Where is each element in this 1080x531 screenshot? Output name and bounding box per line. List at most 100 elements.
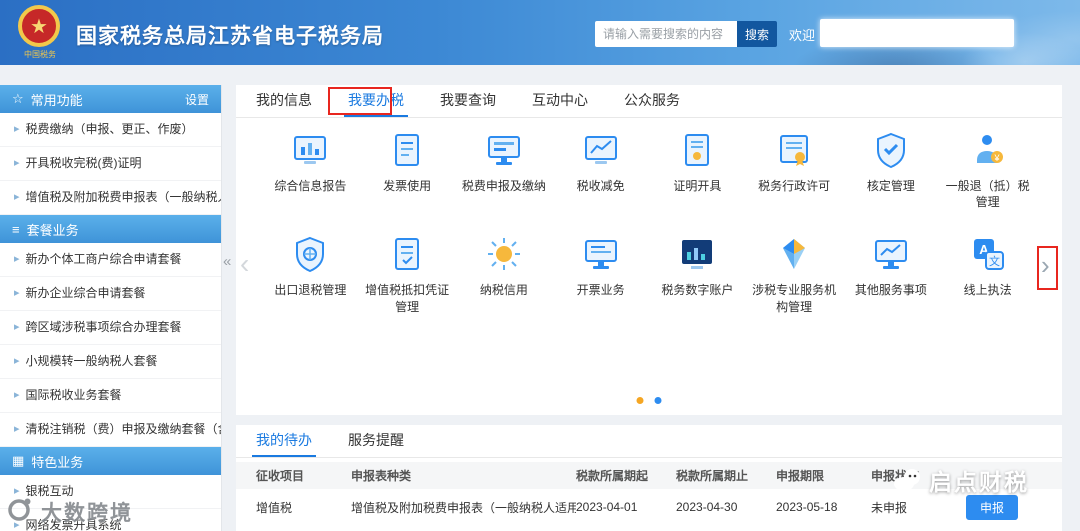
service-label: 涉税专业服务机构管理	[752, 283, 837, 314]
sidebar-item[interactable]: ▸ 清税注销税（费）申报及缴纳套餐（含...	[0, 413, 221, 447]
col-header: 征收项目	[256, 469, 305, 483]
declare-button[interactable]: 申报	[966, 494, 1019, 520]
service-label: 核定管理	[866, 179, 915, 193]
section-title: 套餐业务	[26, 222, 79, 238]
tab-interaction[interactable]: 互动中心	[528, 85, 592, 117]
pager-dot-active[interactable]	[636, 397, 644, 404]
service-item[interactable]: 税务数字账户	[649, 234, 746, 314]
service-item[interactable]: 纳税信用	[456, 234, 553, 314]
service-item[interactable]: 核定管理	[843, 130, 940, 210]
todo-tab-bar: 我的待办 服务提醒	[236, 425, 1062, 458]
search-button[interactable]: 搜索	[737, 21, 777, 47]
sidebar-item[interactable]: ▸ 国际税收业务套餐	[0, 379, 221, 413]
service-item[interactable]: 证明开具	[649, 130, 746, 210]
service-item[interactable]: 综合信息报告	[262, 130, 359, 210]
service-item[interactable]: ¥ 一般退（抵）税管理	[939, 130, 1036, 210]
dashu-logo-icon	[6, 496, 33, 528]
sidebar-item-label: 开具税收完税(费)证明	[25, 156, 142, 170]
sidebar-item-label: 小规模转一般纳税人套餐	[25, 354, 158, 368]
service-item[interactable]: 其他服务事项	[843, 234, 940, 314]
layers-icon: ≡	[12, 221, 20, 237]
service-item[interactable]: 出口退税管理	[262, 234, 359, 314]
carousel-prev-icon[interactable]: ‹	[240, 248, 249, 280]
grid-icon: ▦	[12, 453, 25, 468]
service-label: 税收减免	[576, 179, 625, 193]
bullet-icon: ▸	[14, 253, 20, 265]
pager-dot[interactable]	[654, 397, 662, 404]
invoice-icon	[387, 130, 427, 170]
header-search: 搜索	[595, 21, 777, 47]
sidebar-item[interactable]: ▸ 新办个体工商户综合申请套餐	[0, 243, 221, 277]
sidebar-item[interactable]: ▸ 开具税收完税(费)证明	[0, 147, 221, 181]
col-header: 申报表种类	[351, 469, 412, 483]
tax-relief-chart-icon	[581, 130, 621, 170]
star-icon: ☆	[12, 91, 24, 106]
other-services-icon	[871, 234, 911, 274]
cell-status: 未申报	[871, 500, 908, 515]
sidebar-item-label: 增值税及附加税费申报表（一般纳税人...	[25, 190, 221, 204]
main-tab-bar: 我的信息 我要办税 我要查询 互动中心 公众服务	[236, 85, 1062, 118]
section-title: 常用功能	[30, 92, 83, 108]
sidebar-section-common: ☆ 常用功能 设置	[0, 85, 221, 113]
site-title: 国家税务总局江苏省电子税务局	[76, 25, 384, 48]
service-label: 综合信息报告	[274, 179, 347, 193]
refund-person-icon: ¥	[968, 130, 1008, 170]
service-item[interactable]: 税费申报及缴纳	[456, 130, 553, 210]
bullet-icon: ▸	[14, 423, 20, 435]
shield-check-icon	[871, 130, 911, 170]
agency-diamond-icon	[774, 234, 814, 274]
username-redaction-box	[820, 19, 1014, 47]
sidebar-item[interactable]: ▸ 跨区域涉税事项综合办理套餐	[0, 311, 221, 345]
service-label: 线上执法	[963, 283, 1012, 298]
service-item[interactable]: 开票业务	[552, 234, 649, 314]
watermark-text: 启点财税	[929, 469, 1029, 495]
service-label: 一般退（抵）税管理	[945, 179, 1030, 210]
service-item[interactable]: A文 线上执法	[939, 234, 1036, 314]
service-item[interactable]: 发票使用	[359, 130, 456, 210]
report-chart-icon	[290, 130, 330, 170]
service-item[interactable]: 税务行政许可	[746, 130, 843, 210]
qidian-logo-icon	[893, 467, 923, 493]
service-grid: 综合信息报告 发票使用 税费申报及缴纳 税收减免 证明开具 税务行政许可 核定管…	[262, 130, 1036, 315]
online-enforcement-icon: A文	[968, 234, 1008, 274]
export-shield-icon	[290, 234, 330, 274]
sidebar-collapse-icon[interactable]: «	[223, 253, 231, 270]
sidebar-item-label: 国际税收业务套餐	[25, 388, 122, 402]
settings-link[interactable]: 设置	[185, 91, 209, 108]
service-label: 发票使用	[383, 179, 432, 193]
tab-my-info[interactable]: 我的信息	[252, 85, 316, 117]
service-label: 增值税抵扣凭证管理	[365, 283, 450, 314]
svg-text:¥: ¥	[993, 153, 1000, 163]
bullet-icon: ▸	[14, 389, 20, 401]
tab-my-todo[interactable]: 我的待办	[252, 425, 316, 457]
service-item[interactable]: 税收减免	[552, 130, 649, 210]
sidebar-item-label: 新办企业综合申请套餐	[25, 286, 146, 300]
tab-public-service[interactable]: 公众服务	[620, 85, 684, 117]
emblem-caption: 中国税务	[24, 50, 56, 59]
tab-tax-handling[interactable]: 我要办税	[344, 85, 408, 117]
sidebar-item[interactable]: ▸ 税费缴纳（申报、更正、作废）	[0, 113, 221, 147]
bullet-icon: ▸	[14, 191, 20, 203]
sidebar-item[interactable]: ▸ 小规模转一般纳税人套餐	[0, 345, 221, 379]
cell-period-start: 2023-04-01	[576, 500, 638, 514]
sidebar-section-featured: ▦ 特色业务	[0, 447, 221, 475]
service-label: 纳税信用	[479, 283, 528, 298]
service-label: 开票业务	[576, 283, 625, 298]
service-item[interactable]: 涉税专业服务机构管理	[746, 234, 843, 314]
tab-inquiry[interactable]: 我要查询	[436, 85, 500, 117]
search-input[interactable]	[595, 21, 737, 47]
service-label: 税费申报及缴纳	[461, 179, 546, 193]
section-title: 特色业务	[31, 454, 84, 470]
service-label: 出口退税管理	[274, 283, 347, 298]
credit-sun-icon	[484, 234, 524, 274]
col-header: 税款所属期起	[576, 469, 649, 483]
main-panel: 我的信息 我要办税 我要查询 互动中心 公众服务 综合信息报告 发票使用 税费申…	[236, 85, 1062, 415]
sidebar-item[interactable]: ▸ 新办企业综合申请套餐	[0, 277, 221, 311]
certificate-doc-icon	[677, 130, 717, 170]
service-item[interactable]: 增值税抵扣凭证管理	[359, 234, 456, 314]
carousel-next-icon[interactable]: ›	[1041, 250, 1050, 281]
national-emblem-icon: ★	[18, 5, 60, 47]
voucher-doc-icon	[387, 234, 427, 274]
sidebar-item[interactable]: ▸ 增值税及附加税费申报表（一般纳税人...	[0, 181, 221, 215]
tab-service-reminder[interactable]: 服务提醒	[344, 425, 408, 457]
